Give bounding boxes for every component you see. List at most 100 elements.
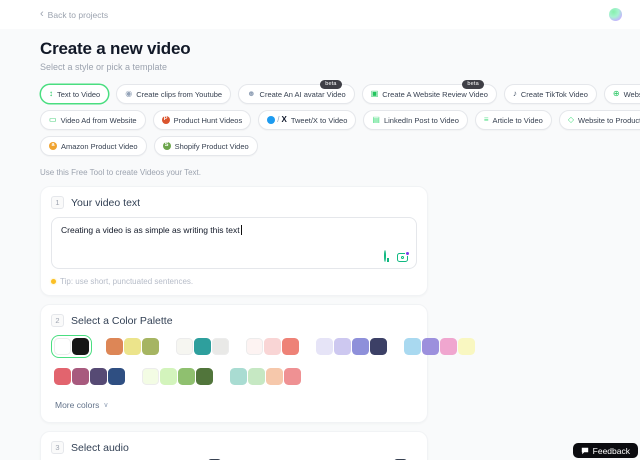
color-swatch — [282, 338, 299, 355]
color-swatch — [142, 338, 159, 355]
lightbulb-icon — [51, 279, 56, 284]
color-swatch — [246, 338, 263, 355]
color-palette-2[interactable] — [103, 335, 162, 358]
main-content: Create a new video Select a style or pic… — [0, 29, 640, 460]
color-swatch — [352, 338, 369, 355]
more-colors-button[interactable]: More colors ∨ — [55, 400, 109, 410]
color-palette-5[interactable] — [313, 335, 390, 358]
template-chip-text-to-video[interactable]: ↕ Text to Video — [40, 84, 109, 104]
color-palette-7[interactable] — [51, 365, 128, 388]
color-swatch — [54, 368, 71, 385]
color-swatch — [422, 338, 439, 355]
page-subtitle: Select a style or pick a template — [40, 62, 640, 72]
color-palette-8[interactable] — [139, 365, 216, 388]
text-caret — [241, 225, 242, 235]
chip-label: Create clips from Youtube — [136, 90, 222, 99]
color-swatch — [266, 368, 283, 385]
template-chip-row: ▭ Video Ad from Website P Product Hunt V… — [40, 110, 640, 130]
video-text-card: 1 Your video text Creating a video is as… — [40, 186, 428, 296]
chip-label: Create A Website Review Video — [382, 90, 488, 99]
color-swatch — [316, 338, 333, 355]
color-swatch — [264, 338, 281, 355]
color-palette-card: 2 Select a Color Palette More colors ∨ — [40, 304, 428, 423]
chip-label: Product Hunt Videos — [174, 116, 243, 125]
camera-icon[interactable] — [397, 253, 408, 262]
slash-separator: / — [277, 116, 279, 124]
template-chip-row: a Amazon Product Video S Shopify Product… — [40, 136, 640, 156]
template-chip-rows: ↕ Text to Video ◉ Create clips from Yout… — [40, 84, 640, 156]
more-colors-label: More colors — [55, 400, 99, 410]
color-swatch — [90, 368, 107, 385]
template-chip-product-hunt-videos[interactable]: P Product Hunt Videos — [153, 110, 252, 130]
tiktok-note-icon: ♪ — [513, 90, 517, 98]
color-palette-1[interactable] — [51, 335, 92, 358]
color-palette-6[interactable] — [401, 335, 478, 358]
template-chip-create-an-ai-avatar-video[interactable]: beta ☻ Create An AI avatar Video — [238, 84, 355, 104]
beta-badge: beta — [320, 80, 342, 89]
chip-label: Website to Video — [624, 90, 640, 99]
color-swatch — [72, 338, 89, 355]
template-chip-tweet-x-to-video[interactable]: /X Tweet/X to Video — [258, 110, 356, 130]
color-swatch — [194, 338, 211, 355]
video-ad-icon: ▭ — [49, 116, 57, 124]
chip-label: Article to Video — [493, 116, 543, 125]
template-chip-amazon-product-video[interactable]: a Amazon Product Video — [40, 136, 147, 156]
video-text-input[interactable]: Creating a video is as simple as writing… — [51, 217, 417, 269]
color-swatch — [334, 338, 351, 355]
template-chip-website-to-video[interactable]: ⊕ Website to Video — [604, 84, 640, 104]
template-chip-linkedin-post-to-video[interactable]: ▤ LinkedIn Post to Video — [363, 110, 467, 130]
color-swatch — [106, 338, 123, 355]
chip-label: LinkedIn Post to Video — [384, 116, 459, 125]
user-avatar[interactable] — [609, 8, 622, 21]
globe-icon: ⊕ — [613, 90, 620, 98]
color-palette-4[interactable] — [243, 335, 302, 358]
color-swatch — [176, 338, 193, 355]
color-swatch — [440, 338, 457, 355]
chip-label: Amazon Product Video — [61, 142, 138, 151]
product-hunt-icon: P — [162, 116, 170, 124]
step-badge-3: 3 — [51, 441, 64, 454]
color-swatch — [248, 368, 265, 385]
tip-text: Tip: use short, punctuated sentences. — [60, 277, 193, 286]
linkedin-post-icon: ▤ — [372, 116, 380, 124]
color-swatch — [284, 368, 301, 385]
chip-label: Create TikTok Video — [521, 90, 588, 99]
palette-row-1 — [51, 335, 417, 358]
product-tag-icon: ◇ — [568, 116, 574, 124]
chip-label: Website to Product Video — [578, 116, 640, 125]
chip-label: Create An AI avatar Video — [260, 90, 346, 99]
color-palette-3[interactable] — [173, 335, 232, 358]
top-bar: ‹ Back to projects — [0, 0, 640, 29]
page-title: Create a new video — [40, 39, 640, 59]
article-icon: ≡ — [484, 116, 489, 124]
chevron-left-icon: ‹ — [40, 9, 44, 20]
template-chip-article-to-video[interactable]: ≡ Article to Video — [475, 110, 552, 130]
color-swatch — [108, 368, 125, 385]
chip-label: Tweet/X to Video — [291, 116, 348, 125]
color-palette-9[interactable] — [227, 365, 304, 388]
template-chip-website-to-product-video[interactable]: ◇ Website to Product Video — [559, 110, 640, 130]
template-chip-create-a-website-review-video[interactable]: beta ▣ Create A Website Review Video — [362, 84, 497, 104]
color-swatch — [458, 338, 475, 355]
beta-badge: beta — [462, 80, 484, 89]
template-chip-create-tiktok-video[interactable]: ♪ Create TikTok Video — [504, 84, 597, 104]
chevron-down-icon: ∨ — [103, 401, 108, 409]
color-swatch — [178, 368, 195, 385]
chat-bubble-icon — [581, 447, 589, 455]
color-swatch — [230, 368, 247, 385]
video-text-title: Your video text — [71, 197, 140, 209]
template-chip-shopify-product-video[interactable]: S Shopify Product Video — [154, 136, 258, 156]
pin-icon[interactable] — [384, 251, 392, 262]
back-to-projects-link[interactable]: ‹ Back to projects — [40, 9, 108, 20]
color-swatch — [370, 338, 387, 355]
color-swatch — [212, 338, 229, 355]
tip-line: Tip: use short, punctuated sentences. — [51, 277, 417, 286]
browser-window-icon: ▣ — [371, 90, 379, 98]
template-chip-create-clips-from-youtube[interactable]: ◉ Create clips from Youtube — [116, 84, 231, 104]
back-link-label: Back to projects — [48, 10, 108, 20]
chip-label: Text to Video — [57, 90, 100, 99]
template-chip-video-ad-from-website[interactable]: ▭ Video Ad from Website — [40, 110, 146, 130]
youtube-clip-icon: ◉ — [125, 90, 132, 98]
feedback-button[interactable]: Feedback — [573, 443, 638, 458]
color-swatch — [124, 338, 141, 355]
